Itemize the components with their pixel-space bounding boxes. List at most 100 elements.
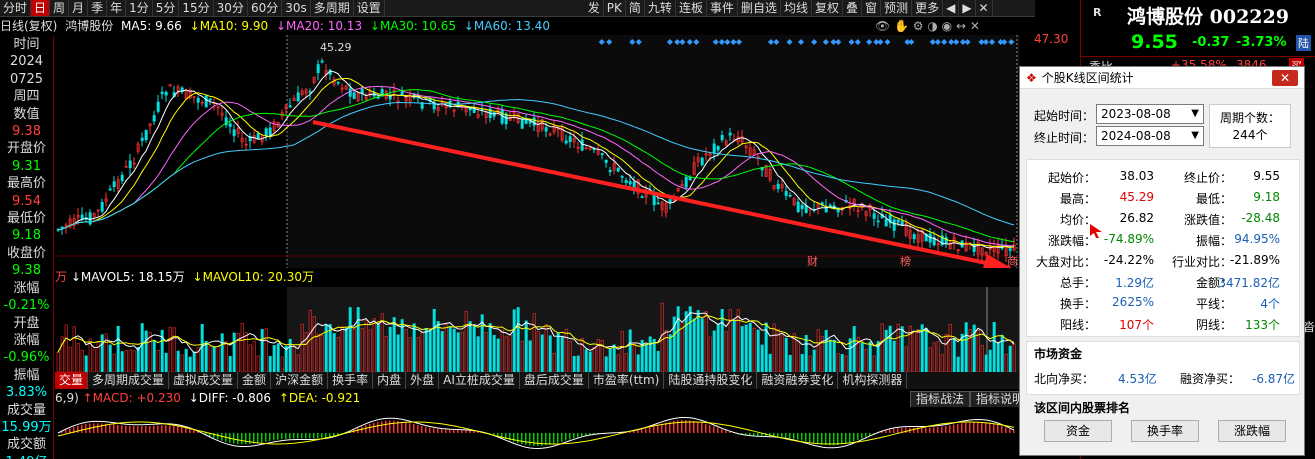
- volume-bar: [652, 338, 656, 372]
- function-button-5[interactable]: 事件: [707, 0, 738, 16]
- macd-bar: [645, 428, 647, 433]
- macd-bar: [841, 433, 843, 445]
- turn-label: 换手：: [1059, 297, 1096, 311]
- indicator-tab-11[interactable]: 陆股通持股变化: [664, 372, 758, 389]
- macd-bar: [413, 424, 415, 433]
- close-icon[interactable]: ✕: [976, 0, 993, 16]
- macd-bar: [217, 433, 219, 440]
- data-window-row: 9.38: [12, 124, 41, 140]
- dialog-titlebar[interactable]: ❖ 个股K线区间统计: [1020, 67, 1304, 89]
- data-window-row: 振幅: [13, 367, 40, 383]
- indicator-tab-13[interactable]: 机构探测器: [838, 372, 908, 389]
- margin-label: 融资净买：: [1180, 372, 1241, 386]
- period-tab-10[interactable]: 60分: [248, 0, 283, 16]
- function-button-2[interactable]: 简: [626, 0, 645, 16]
- candle-body: [120, 174, 124, 182]
- function-button-8[interactable]: 复权: [812, 0, 844, 16]
- period-tab-12[interactable]: 多周期: [311, 0, 354, 16]
- function-button-1[interactable]: PK: [604, 0, 626, 16]
- volume-bar: [200, 324, 204, 372]
- indicator-tab-12[interactable]: 融资融券变化: [757, 372, 839, 389]
- macd-bar: [585, 433, 587, 436]
- candle-body: [228, 123, 232, 127]
- indicator-tab-0[interactable]: 交量: [55, 372, 89, 389]
- volume-bar: [560, 335, 564, 372]
- indicator-tab-10[interactable]: 市盈率(ttm): [589, 372, 665, 389]
- candle-body: [208, 98, 212, 101]
- rank-change-button[interactable]: 涨跌幅: [1218, 420, 1286, 442]
- function-button-7[interactable]: 均线: [781, 0, 812, 16]
- function-button-3[interactable]: 九转: [645, 0, 676, 16]
- volume-bar: [696, 310, 700, 372]
- function-button-4[interactable]: 连板: [676, 0, 707, 16]
- volume-bar: [648, 336, 652, 372]
- chart-mode-label: 日线(复权): [0, 19, 58, 33]
- period-tab-6[interactable]: 1分: [126, 0, 153, 16]
- chart-tool-icons[interactable]: 👁 ✋ ⚙ ◑ ◉ ↔ ✕: [875, 18, 980, 34]
- volume-bar: [388, 326, 392, 372]
- indicator-tab-1[interactable]: 多周期成交量: [88, 372, 170, 389]
- indicator-tab-2[interactable]: 虚拟成交量: [169, 372, 239, 389]
- end-date-select[interactable]: 2024-08-08 ▼: [1096, 126, 1204, 146]
- period-tab-4[interactable]: 季: [88, 0, 108, 16]
- indicator-tab-5[interactable]: 换手率: [328, 372, 374, 389]
- indicator-tab-4[interactable]: 沪深金额: [271, 372, 329, 389]
- indicator-strategy-button[interactable]: 指标战法: [910, 391, 971, 407]
- period-tab-3[interactable]: 月: [69, 0, 89, 16]
- prev-icon[interactable]: ◀: [943, 0, 960, 16]
- period-tab-2[interactable]: 周: [50, 0, 70, 16]
- period-tab-7[interactable]: 5分: [153, 0, 180, 16]
- indicator-tab-8[interactable]: AI立桩成交量: [439, 372, 520, 389]
- function-button-0[interactable]: 发: [585, 0, 604, 16]
- period-tab-1[interactable]: 日: [31, 0, 51, 16]
- volume-bar: [732, 320, 736, 372]
- macd-bar: [65, 429, 67, 433]
- candle-body: [140, 137, 144, 141]
- function-button-10[interactable]: 窗: [862, 0, 882, 16]
- macd-bar: [861, 433, 863, 439]
- close-button[interactable]: ✕: [1272, 70, 1298, 86]
- indicator-tab-7[interactable]: 外盘: [406, 372, 440, 389]
- function-button-6[interactable]: 删自选: [738, 0, 781, 16]
- volume-bar: [540, 334, 544, 372]
- candle-body: [1008, 248, 1012, 251]
- period-tab-9[interactable]: 30分: [214, 0, 248, 16]
- macd-bar: [293, 433, 295, 439]
- candle-body: [288, 105, 292, 108]
- kline-chart[interactable]: 45.29 财 榜 商: [55, 35, 1020, 268]
- macd-bar: [321, 433, 323, 438]
- macd-chart[interactable]: [55, 408, 1020, 459]
- macd-bar: [789, 433, 791, 439]
- macd-bar: [189, 428, 191, 433]
- volume-bar: [768, 353, 772, 372]
- vol-label: 总手：: [1059, 276, 1096, 290]
- function-button-12[interactable]: 更多: [912, 0, 944, 16]
- data-window-row: 1.49亿: [0, 454, 53, 459]
- volume-chart[interactable]: [55, 287, 1020, 372]
- chevron-down-icon: ▼: [1191, 130, 1199, 141]
- period-tab-11[interactable]: 30s: [282, 0, 311, 16]
- macd-bar: [445, 429, 447, 433]
- function-button-9[interactable]: 叠: [843, 0, 863, 16]
- macd-bar: [173, 425, 175, 433]
- indicator-tab-3[interactable]: 金额: [238, 372, 272, 389]
- next-icon[interactable]: ▶: [959, 0, 976, 16]
- rank-fund-button[interactable]: 资金: [1044, 420, 1112, 442]
- volume-bar: [828, 339, 832, 372]
- indicator-help-button[interactable]: 指标说明: [970, 391, 1020, 407]
- period-tab-13[interactable]: 设置: [354, 0, 385, 16]
- indicator-tab-9[interactable]: 盘后成交量: [520, 372, 589, 389]
- candle-body: [196, 98, 200, 103]
- macd-bar: [417, 424, 419, 433]
- rank-turnover-button[interactable]: 换手率: [1131, 420, 1199, 442]
- indicator-tab-6[interactable]: 内盘: [373, 372, 407, 389]
- macd-bar: [857, 433, 859, 440]
- period-tab-8[interactable]: 15分: [179, 0, 214, 16]
- function-button-11[interactable]: 预测: [881, 0, 913, 16]
- start-date-select[interactable]: 2023-08-08 ▼: [1096, 104, 1204, 124]
- macd-bar: [589, 433, 591, 435]
- period-tab-5[interactable]: 年: [107, 0, 127, 16]
- period-tab-0[interactable]: 分时: [0, 0, 32, 16]
- candle-body: [640, 196, 644, 198]
- macd-bar: [153, 425, 155, 433]
